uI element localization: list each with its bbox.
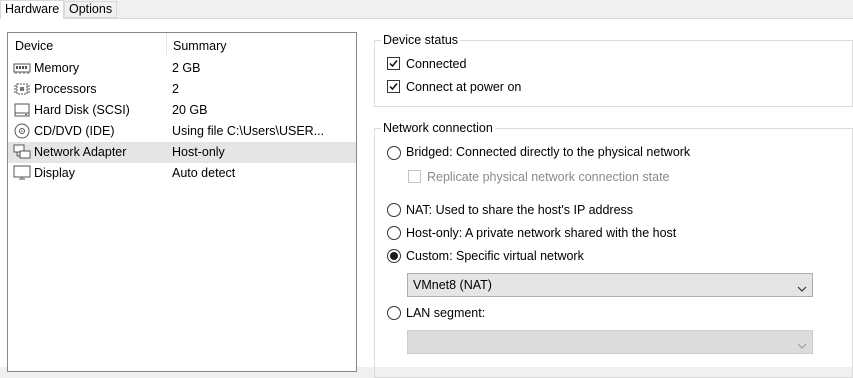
device-summary: 2: [172, 82, 179, 96]
device-summary: Auto detect: [172, 166, 236, 180]
replicate-label[interactable]: Replicate physical network connection st…: [427, 170, 670, 184]
hardware-panel: Device Summary Memory 2 GB Processors 2 …: [0, 19, 853, 378]
tab-options[interactable]: Options: [64, 1, 117, 18]
device-summary: Using file C:\Users\USER...: [172, 124, 325, 138]
connected-checkbox[interactable]: [387, 57, 400, 70]
connect-at-power-on-checkbox[interactable]: [387, 80, 400, 93]
device-list[interactable]: Device Summary Memory 2 GB Processors 2 …: [7, 32, 357, 372]
hard-disk-icon: [13, 102, 31, 118]
column-separator[interactable]: [166, 33, 167, 55]
device-row-hard-disk[interactable]: Hard Disk (SCSI) 20 GB: [8, 100, 356, 121]
memory-icon: [13, 60, 31, 76]
device-row-cd-dvd[interactable]: CD/DVD (IDE) Using file C:\Users\USER...: [8, 121, 356, 142]
device-row-display[interactable]: Display Auto detect: [8, 163, 356, 184]
device-name: Processors: [34, 82, 97, 96]
device-summary: 20 GB: [172, 103, 208, 117]
replicate-checkbox[interactable]: [408, 170, 421, 183]
column-header-summary[interactable]: Summary: [173, 39, 226, 53]
device-status-group: Device status: [374, 32, 853, 107]
tab-hardware[interactable]: Hardware: [0, 0, 64, 19]
processor-icon: [13, 81, 31, 97]
custom-radio[interactable]: [387, 249, 401, 263]
custom-label[interactable]: Custom: Specific virtual network: [406, 249, 584, 263]
custom-network-dropdown[interactable]: VMnet8 (NAT): [407, 273, 813, 297]
radio-selected-dot: [390, 252, 398, 260]
chevron-down-icon: [797, 338, 807, 352]
lan-segment-label[interactable]: LAN segment:: [406, 306, 485, 320]
device-status-title: Device status: [381, 32, 461, 48]
device-row-processors[interactable]: Processors 2: [8, 79, 356, 100]
custom-network-value: VMnet8 (NAT): [413, 278, 492, 292]
display-icon: [13, 165, 31, 181]
nat-label[interactable]: NAT: Used to share the host's IP address: [406, 203, 633, 217]
device-name: Memory: [34, 61, 80, 75]
host-only-radio[interactable]: [387, 226, 401, 240]
column-header-device[interactable]: Device: [15, 39, 53, 53]
network-connection-title: Network connection: [381, 120, 495, 136]
device-name: Hard Disk (SCSI): [34, 103, 130, 117]
chevron-down-icon: [797, 281, 807, 295]
network-adapter-icon: [13, 144, 31, 160]
device-name: CD/DVD (IDE): [34, 124, 115, 138]
device-summary: 2 GB: [172, 61, 201, 75]
connect-at-power-on-label[interactable]: Connect at power on: [406, 80, 521, 94]
lan-segment-radio[interactable]: [387, 306, 401, 320]
device-row-network-adapter[interactable]: Network Adapter Host-only: [8, 142, 356, 163]
host-only-label[interactable]: Host-only: A private network shared with…: [406, 226, 676, 240]
device-name: Display: [34, 166, 75, 180]
lan-segment-dropdown[interactable]: [407, 330, 813, 354]
nat-radio[interactable]: [387, 203, 401, 217]
bridged-label[interactable]: Bridged: Connected directly to the physi…: [406, 145, 690, 159]
device-name: Network Adapter: [34, 145, 127, 159]
device-row-memory[interactable]: Memory 2 GB: [8, 58, 356, 79]
cd-dvd-icon: [13, 123, 31, 139]
bridged-radio[interactable]: [387, 146, 401, 160]
device-summary: Host-only: [172, 145, 225, 159]
device-list-header: Device Summary: [8, 33, 356, 59]
connected-label[interactable]: Connected: [406, 57, 466, 71]
